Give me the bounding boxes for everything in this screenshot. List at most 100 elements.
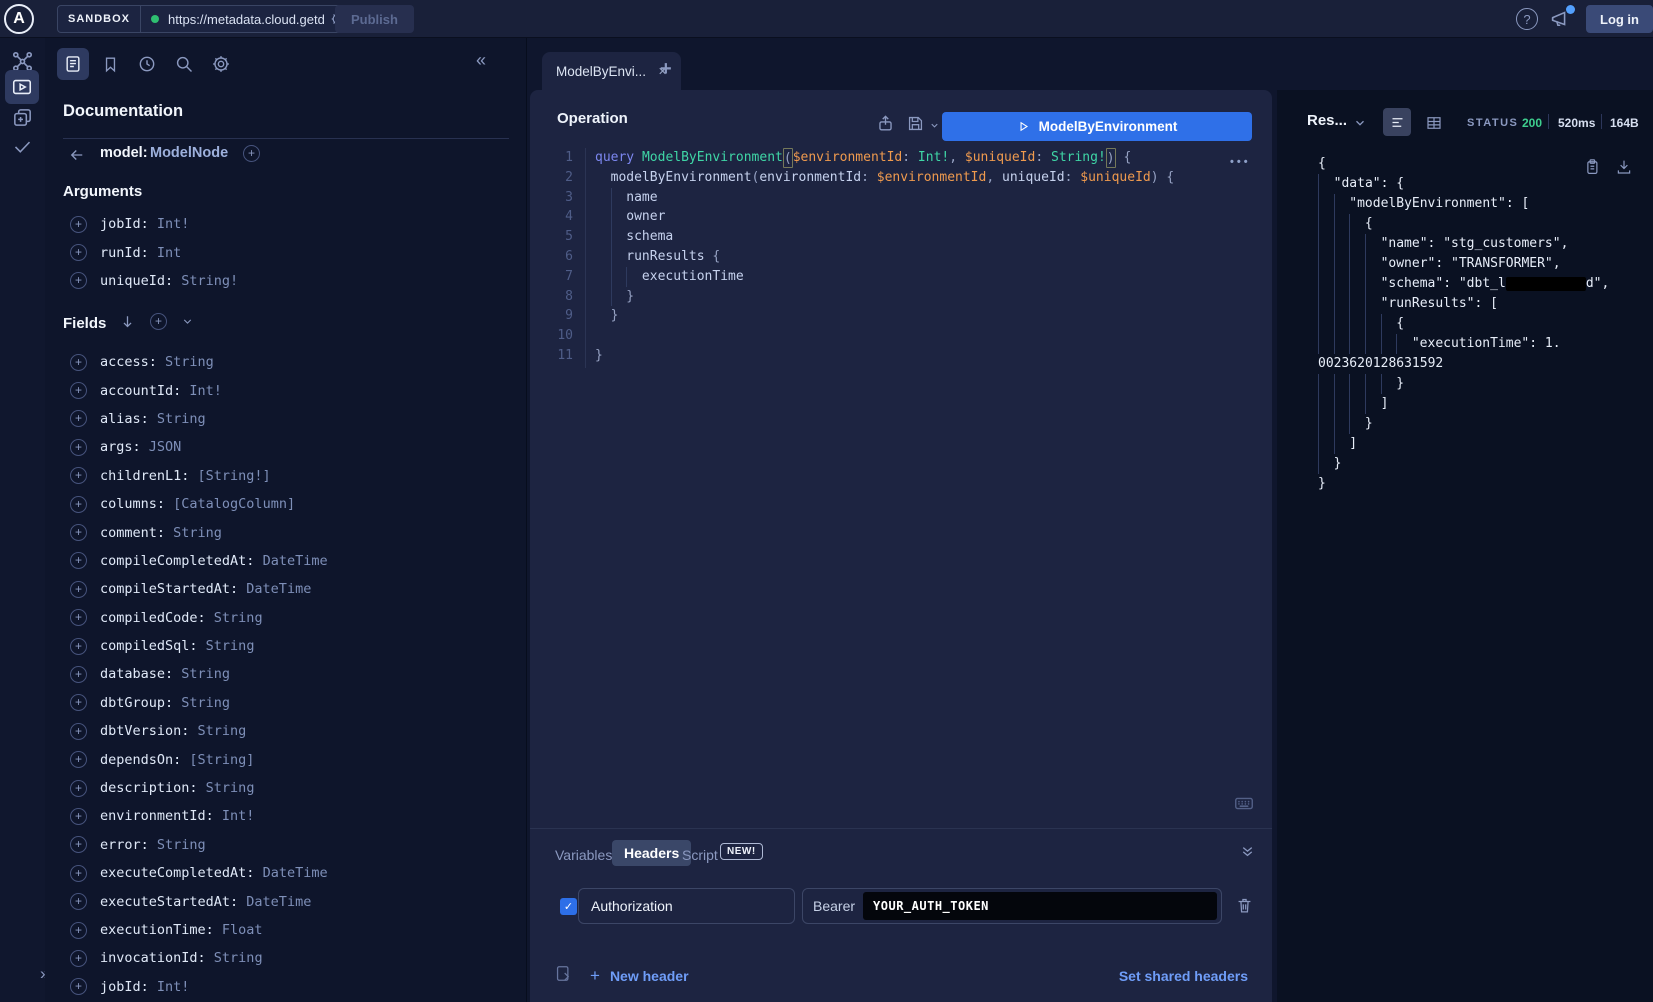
field-row[interactable]: accountId: Int!	[45, 376, 527, 404]
keyboard-shortcuts-icon[interactable]	[1233, 792, 1255, 814]
add-field-button[interactable]	[70, 552, 87, 569]
field-row[interactable]: comment: String	[45, 518, 527, 546]
field-row[interactable]: childrenL1: [String!]	[45, 462, 527, 490]
field-row[interactable]: executeStartedAt: DateTime	[45, 887, 527, 915]
header-key-input[interactable]: Authorization	[578, 888, 795, 924]
add-field-button[interactable]	[70, 609, 87, 626]
add-field-button[interactable]	[70, 439, 87, 456]
add-field-button[interactable]	[70, 216, 87, 233]
add-field-button[interactable]	[70, 865, 87, 882]
add-field-button[interactable]	[70, 638, 87, 655]
token: name	[626, 188, 657, 208]
argument-row[interactable]: uniqueId: String!	[45, 267, 527, 295]
add-field-button[interactable]	[70, 496, 87, 513]
field-row[interactable]: invocationId: String	[45, 944, 527, 972]
help-icon[interactable]: ?	[1516, 8, 1538, 30]
field-row[interactable]: compileCompletedAt: DateTime	[45, 547, 527, 575]
publish-button[interactable]: Publish	[335, 5, 414, 33]
add-field-button[interactable]	[70, 354, 87, 371]
response-dropdown-chevron-icon[interactable]	[1353, 116, 1367, 130]
checks-icon[interactable]	[12, 136, 33, 157]
download-response-icon[interactable]	[1615, 158, 1633, 176]
field-row[interactable]: database: String	[45, 660, 527, 688]
add-field-button[interactable]	[70, 893, 87, 910]
field-row[interactable]: executeCompletedAt: DateTime	[45, 859, 527, 887]
save-options-chevron-icon[interactable]	[929, 120, 940, 131]
tab-variables[interactable]: Variables	[555, 847, 612, 863]
header-value-input[interactable]: Bearer YOUR_AUTH_TOKEN	[802, 888, 1222, 924]
run-operation-button[interactable]: ModelByEnvironment	[942, 112, 1252, 141]
endpoint-url-input[interactable]: https://metadata.cloud.getd	[168, 12, 328, 27]
field-row[interactable]: compileStartedAt: DateTime	[45, 575, 527, 603]
header-enabled-checkbox[interactable]	[560, 898, 577, 915]
field-row[interactable]: dependsOn: [String]	[45, 745, 527, 773]
bookmark-icon[interactable]	[101, 55, 120, 74]
tab-headers[interactable]: Headers	[612, 840, 691, 866]
field-row[interactable]: executionTime: Float	[45, 916, 527, 944]
history-icon[interactable]	[137, 54, 157, 74]
add-field-button[interactable]	[70, 978, 87, 995]
add-field-button[interactable]	[70, 272, 87, 289]
add-field-button[interactable]	[70, 382, 87, 399]
add-field-button[interactable]	[70, 410, 87, 427]
add-field-button[interactable]	[70, 780, 87, 797]
collapse-panel-chevrons-icon[interactable]	[1239, 843, 1256, 860]
add-field-to-query-button[interactable]	[243, 145, 260, 162]
back-arrow-icon[interactable]	[68, 146, 86, 164]
add-field-button[interactable]	[70, 581, 87, 598]
set-shared-headers-link[interactable]: Set shared headers	[1119, 968, 1248, 984]
field-type: String	[206, 610, 263, 626]
field-row[interactable]: jobId: Int!	[45, 973, 527, 1001]
add-field-button[interactable]	[70, 922, 87, 939]
field-row[interactable]: access: String	[45, 348, 527, 376]
field-row[interactable]: alias: String	[45, 405, 527, 433]
login-button[interactable]: Log in	[1586, 5, 1653, 33]
settings-gear-icon[interactable]	[211, 54, 231, 74]
add-field-button[interactable]	[70, 950, 87, 967]
preflight-script-icon[interactable]	[554, 964, 573, 983]
announcements-button[interactable]	[1549, 8, 1573, 32]
field-row[interactable]: error: String	[45, 831, 527, 859]
add-field-button[interactable]	[70, 751, 87, 768]
add-field-button[interactable]	[70, 666, 87, 683]
add-field-button[interactable]	[70, 694, 87, 711]
token: $uniqueId	[965, 148, 1035, 168]
add-field-button[interactable]	[70, 244, 87, 261]
field-row[interactable]: dbtGroup: String	[45, 689, 527, 717]
chevron-down-icon[interactable]	[181, 315, 194, 328]
new-header-button[interactable]: + New header	[590, 966, 689, 986]
field-row[interactable]: columns: [CatalogColumn]	[45, 490, 527, 518]
docs-tab-active[interactable]	[57, 48, 89, 80]
changelog-icon[interactable]	[11, 106, 34, 129]
save-icon[interactable]	[906, 114, 925, 133]
table-view-toggle-icon[interactable]	[1425, 114, 1443, 132]
sort-fields-icon[interactable]	[119, 313, 136, 330]
tab-script[interactable]: Script	[682, 847, 718, 863]
field-row[interactable]: compiledSql: String	[45, 632, 527, 660]
argument-row[interactable]: runId: Int	[45, 238, 527, 266]
breadcrumb-type-link[interactable]: ModelNode	[150, 145, 228, 161]
field-row[interactable]: args: JSON	[45, 433, 527, 461]
add-field-button[interactable]	[70, 836, 87, 853]
field-row[interactable]: compiledCode: String	[45, 604, 527, 632]
add-field-button[interactable]	[70, 808, 87, 825]
apollo-logo-icon[interactable]: A	[4, 4, 34, 34]
add-all-fields-button[interactable]	[150, 313, 167, 330]
format-json-toggle-active[interactable]	[1383, 108, 1411, 136]
new-tab-button[interactable]: +	[660, 58, 672, 81]
add-field-button[interactable]	[70, 524, 87, 541]
argument-row[interactable]: jobId: Int!	[45, 210, 527, 238]
field-row[interactable]: environmentId: Int!	[45, 802, 527, 830]
search-icon[interactable]	[174, 54, 194, 74]
field-row[interactable]: description: String	[45, 774, 527, 802]
share-icon[interactable]	[876, 114, 895, 133]
explorer-nav-active[interactable]	[5, 70, 39, 104]
delete-header-icon[interactable]	[1235, 896, 1254, 915]
add-field-button[interactable]	[70, 467, 87, 484]
auth-token-field[interactable]: YOUR_AUTH_TOKEN	[863, 892, 1217, 920]
graphql-editor[interactable]: 1query ModelByEnvironment($environmentId…	[543, 148, 1243, 366]
field-name: jobId:	[100, 979, 149, 995]
field-row[interactable]: dbtVersion: String	[45, 717, 527, 745]
add-field-button[interactable]	[70, 723, 87, 740]
collapse-docs-button[interactable]: «	[476, 50, 486, 71]
